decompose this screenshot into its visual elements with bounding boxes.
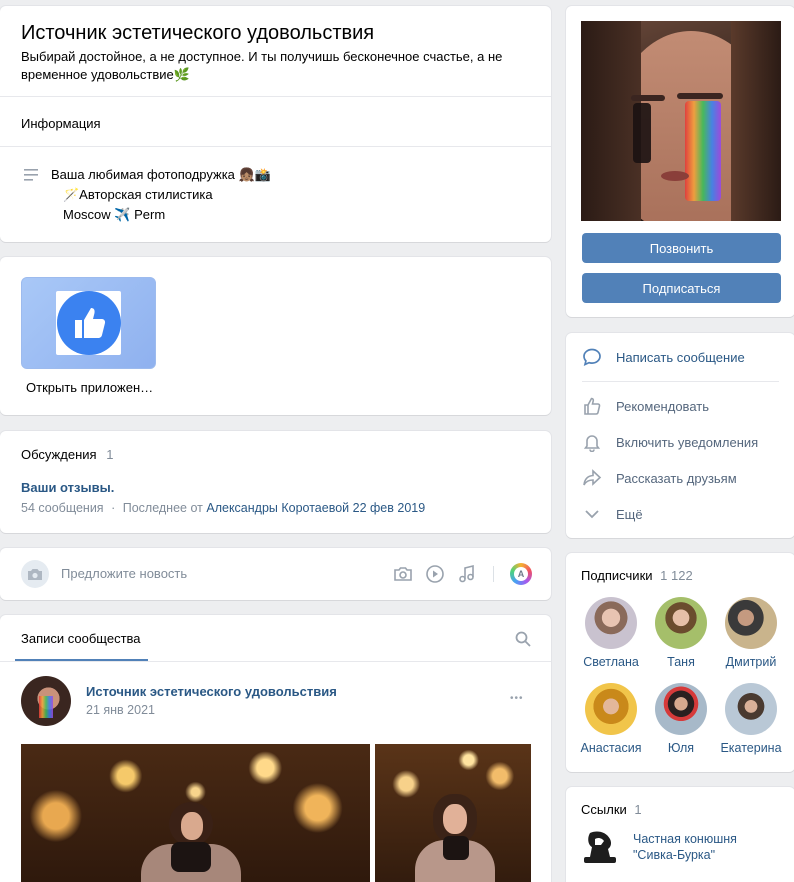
description-line: 🪄Авторская стилистика (63, 187, 213, 202)
chevron-down-icon (585, 510, 599, 519)
avatar (725, 683, 777, 735)
links-heading: Ссылки (581, 802, 627, 817)
author-avatar-icon[interactable]: A (510, 563, 532, 585)
search-icon[interactable] (515, 631, 531, 650)
photo-icon[interactable] (393, 564, 413, 587)
page-title: Источник эстетического удовольствия (21, 22, 375, 44)
links-card: Ссылки 1 Частная конюшня "Сивка-Бурка" (566, 787, 794, 882)
post-photo[interactable] (375, 744, 531, 882)
recommend-action[interactable]: Рекомендовать (582, 388, 779, 424)
discussion-meta: 54 сообщения · Последнее от Александры К… (21, 501, 426, 515)
discussion-last-date[interactable]: 22 фев 2019 (353, 501, 426, 515)
share-action[interactable]: Рассказать друзьям (582, 460, 779, 496)
suggest-news-input[interactable]: Предложите новость (61, 566, 361, 581)
post-more-button[interactable]: ••• (510, 693, 524, 704)
discussion-last-author-link[interactable]: Александры Коротаевой (206, 501, 349, 515)
subscribe-button[interactable]: Подписаться (582, 273, 781, 303)
subscribers-header[interactable]: Подписчики 1 122 (581, 568, 693, 583)
discussions-card: Обсуждения 1 Ваши отзывы. 54 сообщения ·… (0, 431, 551, 533)
subscriber[interactable]: Таня (645, 597, 717, 669)
message-icon (583, 348, 601, 366)
discussion-last-prefix: Последнее от (122, 501, 203, 515)
divider (582, 381, 779, 382)
music-icon[interactable] (457, 564, 477, 587)
group-cover-photo[interactable] (581, 21, 781, 221)
app-card: Открыть приложен… (0, 257, 551, 415)
description-line: Ваша любимая фотоподружка 👧🏽📸 (51, 167, 271, 182)
link-logo[interactable] (582, 829, 618, 867)
camera-avatar-icon (21, 560, 49, 588)
subscriber[interactable]: Юля (645, 683, 717, 755)
discussions-count: 1 (106, 447, 114, 462)
app-label[interactable]: Открыть приложен… (26, 380, 153, 395)
write-message-action[interactable]: Написать сообщение (582, 339, 779, 375)
subscriber[interactable]: Анастасия (575, 683, 647, 755)
discussion-messages: 54 сообщения (21, 501, 104, 515)
avatar (655, 683, 707, 735)
info-heading[interactable]: Информация (21, 116, 101, 131)
group-avatar-card: Позвонить Подписаться (566, 6, 794, 317)
link-title[interactable]: Частная конюшня "Сивка-Бурка" (633, 831, 737, 863)
links-count: 1 (634, 802, 642, 817)
description-line: Moscow ✈️ Perm (63, 207, 166, 222)
avatar (585, 683, 637, 735)
share-icon (583, 469, 602, 486)
post-author-avatar[interactable] (21, 676, 71, 726)
subscribers-card: Подписчики 1 122 Светлана Таня Дмитрий А… (566, 553, 794, 772)
divider (493, 566, 494, 582)
thumbs-up-icon (57, 291, 121, 355)
tab-label: Записи сообщества (21, 631, 141, 646)
discussions-header[interactable]: Обсуждения 1 (21, 447, 113, 462)
post-date[interactable]: 21 янв 2021 (86, 703, 155, 717)
discussions-heading: Обсуждения (21, 447, 97, 462)
subscribers-heading: Подписчики (581, 568, 653, 583)
avatar (585, 597, 637, 649)
divider (0, 661, 551, 662)
post-author-link[interactable]: Источник эстетического удовольствия (86, 684, 337, 699)
subscribers-count: 1 122 (660, 568, 693, 583)
video-icon[interactable] (425, 564, 445, 587)
app-tile[interactable] (21, 277, 156, 369)
suggest-post-card: Предложите новость A (0, 548, 551, 600)
group-header-card: Источник эстетического удовольствия Выби… (0, 6, 551, 242)
subscriber[interactable]: Дмитрий (715, 597, 787, 669)
divider (0, 146, 551, 147)
avatar (725, 597, 777, 649)
avatar (655, 597, 707, 649)
like-icon (584, 397, 601, 415)
post-photo[interactable] (21, 744, 370, 882)
subscriber[interactable]: Екатерина (715, 683, 787, 755)
links-header[interactable]: Ссылки 1 (581, 802, 642, 817)
bell-icon (583, 435, 601, 452)
call-button[interactable]: Позвонить (582, 233, 781, 263)
discussion-topic-link[interactable]: Ваши отзывы. (21, 480, 114, 495)
notifications-action[interactable]: Включить уведомления (582, 424, 779, 460)
tab-wall-posts[interactable]: Записи сообщества (15, 615, 148, 661)
more-action[interactable]: Ещё (582, 496, 779, 532)
group-actions-card: Написать сообщение Рекомендовать Включит… (566, 333, 794, 538)
group-status: Выбирай достойное, а не доступное. И ты … (21, 49, 503, 82)
subscriber[interactable]: Светлана (575, 597, 647, 669)
wall-card: Записи сообщества Источник эстетического… (0, 615, 551, 882)
divider (0, 96, 551, 97)
description-icon (24, 169, 38, 184)
